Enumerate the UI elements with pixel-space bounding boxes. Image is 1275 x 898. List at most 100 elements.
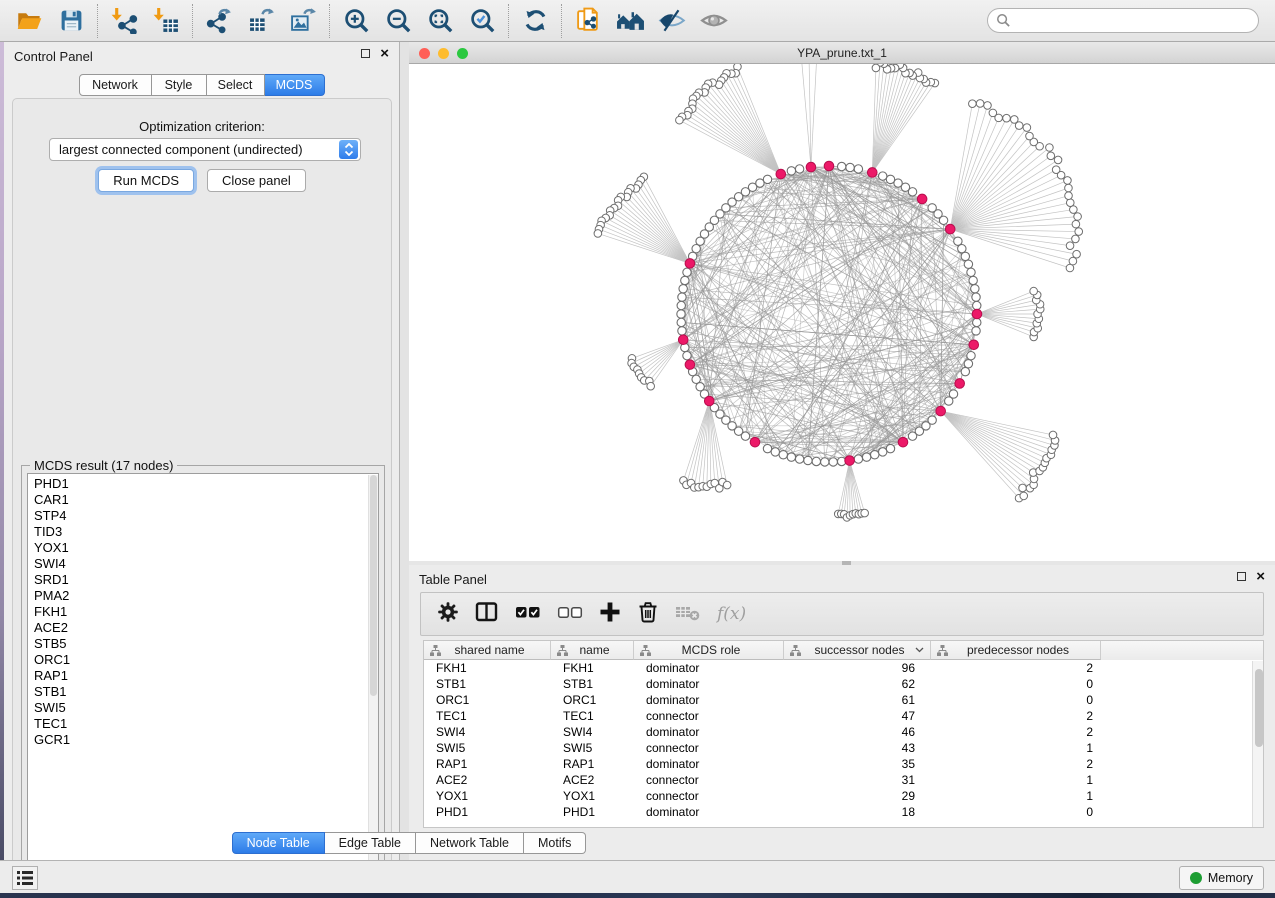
- table-cell: dominator: [634, 676, 784, 692]
- table-settings-gear-icon[interactable]: [437, 601, 459, 628]
- table-cell: RAP1: [551, 756, 634, 772]
- mcds-result-item[interactable]: STB5: [34, 636, 378, 652]
- control-panel: Control Panel × NetworkStyleSelectMCDS O…: [4, 42, 400, 860]
- table-row[interactable]: ORC1ORC1dominator610: [424, 692, 1263, 708]
- network-graph[interactable]: [409, 64, 1275, 561]
- control-panel-title: Control Panel: [14, 49, 93, 64]
- table-cell: 1: [931, 788, 1101, 804]
- mcds-result-item[interactable]: PHD1: [34, 476, 378, 492]
- column-header-MCDS-role[interactable]: MCDS role: [634, 641, 784, 660]
- tab-mcds[interactable]: MCDS: [265, 74, 325, 96]
- share-document-icon[interactable]: [567, 2, 609, 40]
- table-cell: 0: [931, 804, 1101, 820]
- export-table-icon[interactable]: [240, 2, 282, 40]
- mcds-result-item[interactable]: RAP1: [34, 668, 378, 684]
- table-cell: SWI4: [424, 724, 551, 740]
- table-scrollbar[interactable]: [1252, 661, 1263, 827]
- tab-network-table[interactable]: Network Table: [416, 832, 524, 854]
- delete-column-icon[interactable]: [637, 601, 659, 628]
- table-row[interactable]: RAP1RAP1dominator352: [424, 756, 1263, 772]
- import-network-icon[interactable]: [103, 2, 145, 40]
- table-cell: 18: [784, 804, 931, 820]
- tab-network[interactable]: Network: [79, 74, 152, 96]
- refresh-layout-icon[interactable]: [514, 2, 556, 40]
- table-row[interactable]: SWI5SWI5connector431: [424, 740, 1263, 756]
- table-row[interactable]: TEC1TEC1connector472: [424, 708, 1263, 724]
- table-cell: YOX1: [551, 788, 634, 804]
- table-row[interactable]: ACE2ACE2connector311: [424, 772, 1263, 788]
- mcds-result-item[interactable]: PMA2: [34, 588, 378, 604]
- table-row[interactable]: PHD1PHD1dominator180: [424, 804, 1263, 820]
- mcds-result-item[interactable]: SRD1: [34, 572, 378, 588]
- table-cell: 31: [784, 772, 931, 788]
- mcds-result-item[interactable]: STP4: [34, 508, 378, 524]
- table-row[interactable]: YOX1YOX1connector291: [424, 788, 1263, 804]
- table-cell: RAP1: [424, 756, 551, 772]
- deselect-all-icon[interactable]: [557, 601, 583, 628]
- mcds-result-item[interactable]: GCR1: [34, 732, 378, 748]
- tab-motifs[interactable]: Motifs: [524, 832, 586, 854]
- table-cell: connector: [634, 740, 784, 756]
- zoom-selected-icon[interactable]: [461, 2, 503, 40]
- vertical-splitter[interactable]: [400, 42, 409, 860]
- show-annotations-icon[interactable]: [693, 2, 735, 40]
- task-history-button[interactable]: [12, 866, 38, 890]
- search-input[interactable]: [987, 8, 1259, 33]
- mcds-result-item[interactable]: SWI4: [34, 556, 378, 572]
- tab-node-table[interactable]: Node Table: [232, 832, 325, 854]
- table-toolbar: f(x): [420, 592, 1264, 636]
- column-panel-icon[interactable]: [475, 601, 499, 628]
- open-session-icon[interactable]: [8, 2, 50, 40]
- mcds-result-item[interactable]: SWI5: [34, 700, 378, 716]
- mcds-result-item[interactable]: ORC1: [34, 652, 378, 668]
- table-cell: 43: [784, 740, 931, 756]
- mcds-result-item[interactable]: STB1: [34, 684, 378, 700]
- network-canvas[interactable]: [409, 64, 1275, 561]
- table-row[interactable]: FKH1FKH1dominator962: [424, 660, 1263, 676]
- close-panel-button[interactable]: Close panel: [207, 169, 306, 192]
- column-header-shared-name[interactable]: shared name: [424, 641, 551, 660]
- save-session-icon[interactable]: [50, 2, 92, 40]
- mcds-list-scrollbar[interactable]: [368, 475, 378, 869]
- mcds-result-item[interactable]: CAR1: [34, 492, 378, 508]
- close-panel-icon[interactable]: ×: [380, 48, 389, 59]
- close-panel-icon[interactable]: ×: [1256, 571, 1265, 582]
- mcds-result-item[interactable]: YOX1: [34, 540, 378, 556]
- table-cell: 35: [784, 756, 931, 772]
- home-networks-icon[interactable]: [609, 2, 651, 40]
- export-network-icon[interactable]: [198, 2, 240, 40]
- memory-label: Memory: [1208, 871, 1253, 885]
- tab-edge-table[interactable]: Edge Table: [325, 832, 416, 854]
- mcds-result-item[interactable]: TID3: [34, 524, 378, 540]
- mcds-result-item[interactable]: ACE2: [34, 620, 378, 636]
- run-mcds-button[interactable]: Run MCDS: [98, 169, 194, 192]
- column-header-name[interactable]: name: [551, 641, 634, 660]
- float-panel-icon[interactable]: [1237, 572, 1246, 581]
- zoom-in-icon[interactable]: [335, 2, 377, 40]
- table-cell: connector: [634, 788, 784, 804]
- float-panel-icon[interactable]: [361, 49, 370, 58]
- optimization-criterion-dropdown[interactable]: largest connected component (undirected): [49, 138, 361, 161]
- mcds-result-list[interactable]: PHD1CAR1STP4TID3YOX1SWI4SRD1PMA2FKH1ACE2…: [27, 473, 379, 871]
- column-header-successor-nodes[interactable]: successor nodes: [784, 641, 931, 660]
- select-all-icon[interactable]: [515, 601, 541, 628]
- mcds-result-item[interactable]: TEC1: [34, 716, 378, 732]
- table-row[interactable]: STB1STB1dominator620: [424, 676, 1263, 692]
- tab-select[interactable]: Select: [207, 74, 265, 96]
- node-table: shared namenameMCDS rolesuccessor nodesp…: [423, 640, 1264, 828]
- table-cell: STB1: [424, 676, 551, 692]
- graphics-details-icon[interactable]: [651, 2, 693, 40]
- column-header-predecessor-nodes[interactable]: predecessor nodes: [931, 641, 1101, 660]
- network-window-titlebar[interactable]: YPA_prune.txt_1: [409, 42, 1275, 64]
- table-cell: SWI5: [424, 740, 551, 756]
- zoom-fit-icon[interactable]: [419, 2, 461, 40]
- memory-button[interactable]: Memory: [1179, 866, 1264, 890]
- table-body: FKH1FKH1dominator962STB1STB1dominator620…: [424, 660, 1263, 820]
- zoom-out-icon[interactable]: [377, 2, 419, 40]
- import-table-icon[interactable]: [145, 2, 187, 40]
- table-row[interactable]: SWI4SWI4dominator462: [424, 724, 1263, 740]
- add-column-icon[interactable]: [599, 601, 621, 628]
- export-image-icon[interactable]: [282, 2, 324, 40]
- tab-style[interactable]: Style: [152, 74, 207, 96]
- mcds-result-item[interactable]: FKH1: [34, 604, 378, 620]
